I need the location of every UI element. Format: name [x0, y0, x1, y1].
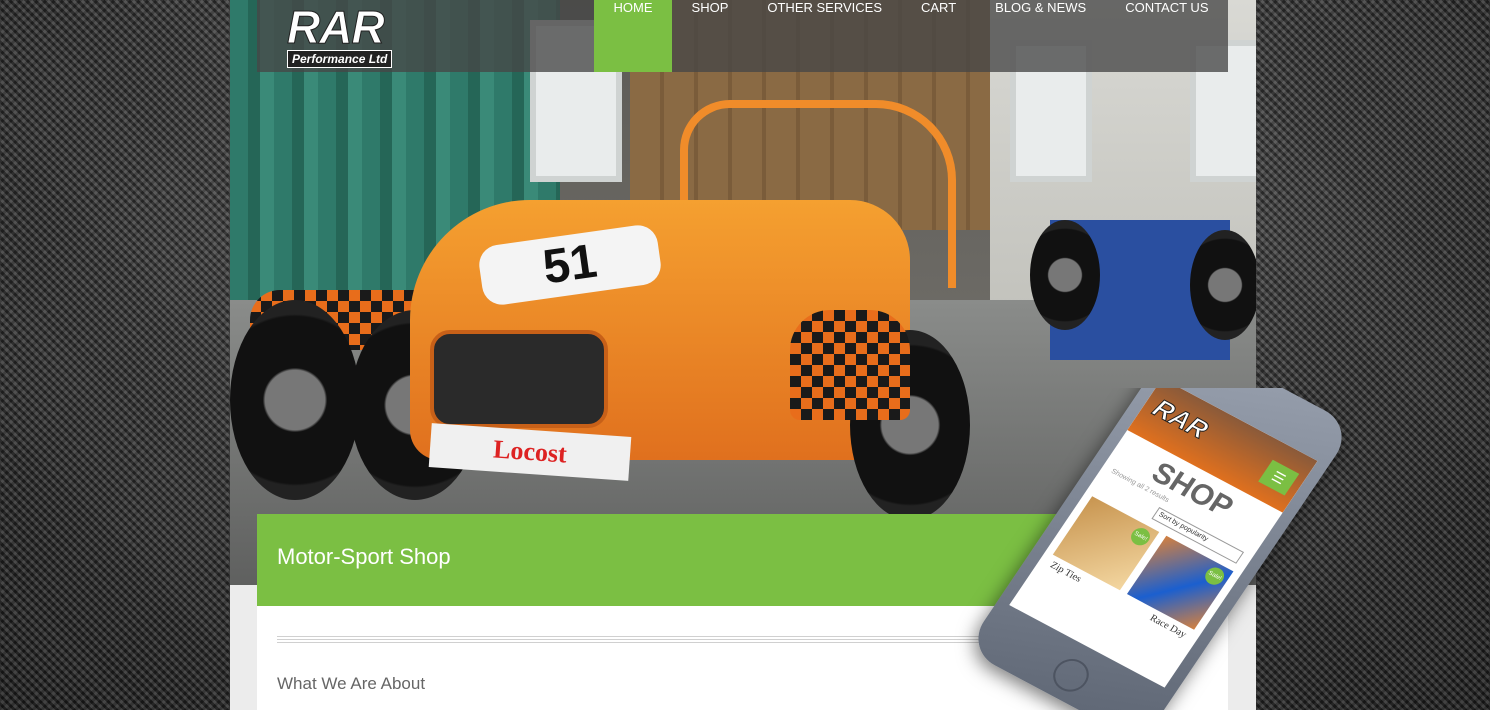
sale-badge: Sale!: [1201, 564, 1228, 588]
logo-subtext: Performance Ltd: [287, 50, 393, 68]
tyre: [1190, 230, 1256, 340]
nav-home[interactable]: HOME: [594, 0, 673, 72]
home-button-icon: [1046, 653, 1096, 698]
nav-other-services[interactable]: OTHER SERVICES: [748, 0, 902, 72]
car-grille: [430, 330, 608, 428]
tyre: [230, 300, 360, 500]
nav-contact-us[interactable]: CONTACT US: [1106, 0, 1228, 72]
car-fender: [790, 310, 910, 420]
nav-cart[interactable]: CART: [902, 0, 976, 72]
nav-shop[interactable]: SHOP: [672, 0, 748, 72]
section-heading: What We Are About: [277, 674, 426, 693]
hamburger-menu-icon: ☰: [1258, 459, 1300, 496]
logo-text: RAR: [287, 1, 386, 53]
site-logo[interactable]: RAR Performance Ltd: [287, 4, 399, 70]
phone-screen: RAR ☰ SHOP Showing all 2 results Sort by…: [1009, 388, 1318, 688]
sale-badge: Sale!: [1127, 524, 1154, 549]
page-title: Motor-Sport Shop: [277, 544, 451, 569]
mobile-mockup: RAR ☰ SHOP Showing all 2 results Sort by…: [950, 388, 1370, 710]
nav-blog-news[interactable]: BLOG & NEWS: [976, 0, 1106, 72]
phone-frame: RAR ☰ SHOP Showing all 2 results Sort by…: [964, 388, 1356, 710]
phone-logo: RAR: [1147, 393, 1215, 445]
main-nav: HOME SHOP OTHER SERVICES CART BLOG & NEW…: [594, 0, 1228, 72]
top-navbar: RAR Performance Ltd HOME SHOP OTHER SERV…: [257, 0, 1228, 72]
tyre: [1030, 220, 1100, 330]
